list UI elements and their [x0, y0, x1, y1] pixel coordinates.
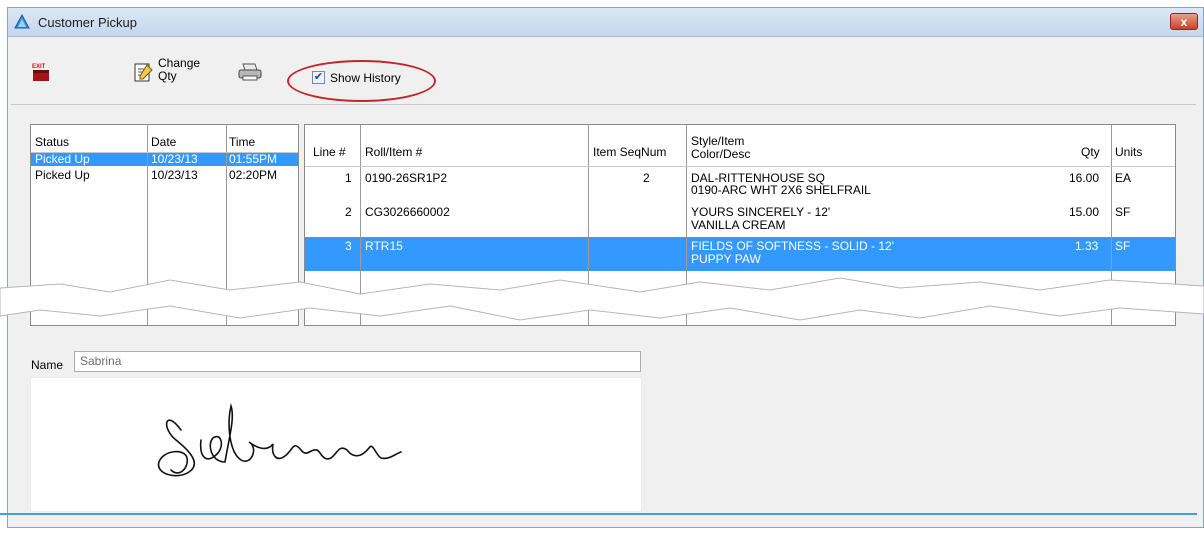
column-header-status[interactable]: Status [35, 135, 69, 149]
color-cell[interactable]: PUPPY PAW [691, 252, 761, 266]
column-header-line[interactable]: Line # [313, 145, 346, 159]
color-cell[interactable]: VANILLA CREAM [691, 218, 785, 232]
toolbar-separator [11, 104, 1196, 105]
close-button[interactable]: x [1170, 13, 1198, 30]
line-cell[interactable]: 3 [345, 239, 352, 253]
bottom-accent-line [0, 513, 1197, 515]
column-header-roll-item[interactable]: Roll/Item # [365, 145, 422, 159]
column-header-date[interactable]: Date [151, 135, 176, 149]
exit-icon[interactable]: EXIT [31, 62, 51, 82]
units-cell[interactable]: EA [1115, 171, 1131, 185]
header-divider [305, 166, 1175, 167]
units-cell[interactable]: SF [1115, 205, 1130, 219]
qty-cell[interactable]: 16.00 [1069, 171, 1099, 185]
line-cell[interactable]: 2 [345, 205, 352, 219]
column-header-item-seq[interactable]: Item SeqNum [593, 145, 666, 159]
date-cell[interactable]: 10/23/13 [151, 168, 198, 182]
units-cell[interactable]: SF [1115, 239, 1130, 253]
roll-item-cell[interactable]: RTR15 [365, 239, 403, 253]
qty-cell[interactable]: 1.33 [1075, 239, 1098, 253]
app-icon [14, 14, 30, 29]
time-cell[interactable]: 02:20PM [229, 168, 277, 182]
style-cell[interactable]: YOURS SINCERELY - 12' [691, 205, 830, 219]
change-qty-icon[interactable] [132, 61, 154, 83]
torn-edge-graphic [0, 277, 1204, 321]
item-seq-cell[interactable]: 2 [643, 171, 650, 185]
status-cell[interactable]: Picked Up [35, 152, 90, 166]
style-cell[interactable]: FIELDS OF SOFTNESS - SOLID - 12' [691, 239, 894, 253]
column-header-time[interactable]: Time [229, 135, 255, 149]
status-cell[interactable]: Picked Up [35, 168, 90, 182]
column-header-qty[interactable]: Qty [1081, 145, 1100, 159]
column-header-style-item[interactable]: Style/Item [691, 134, 744, 148]
roll-item-cell[interactable]: CG3026660002 [365, 205, 450, 219]
change-qty-label-line2: Qty [158, 69, 177, 83]
name-input[interactable]: Sabrina [74, 351, 641, 372]
title-bar[interactable]: Customer Pickup x [8, 8, 1203, 37]
date-cell[interactable]: 10/23/13 [151, 152, 198, 166]
line-cell[interactable]: 1 [345, 171, 352, 185]
change-qty-button[interactable]: Change Qty [158, 57, 200, 83]
time-cell[interactable]: 01:55PM [229, 152, 277, 166]
qty-cell[interactable]: 15.00 [1069, 205, 1099, 219]
signature-drawing [157, 402, 402, 477]
toolbar: EXIT Change Qty ✔ Show History [8, 37, 1203, 105]
close-icon: x [1180, 15, 1188, 29]
window-title: Customer Pickup [38, 15, 137, 30]
name-label: Name [31, 358, 64, 372]
column-header-color-desc[interactable]: Color/Desc [691, 147, 750, 161]
roll-item-cell[interactable]: 0190-26SR1P2 [365, 171, 447, 185]
color-cell[interactable]: 0190-ARC WHT 2X6 SHELFRAIL [691, 183, 871, 197]
printer-icon[interactable] [237, 62, 263, 82]
exit-icon-text: EXIT [32, 64, 46, 70]
signature-pad[interactable] [30, 377, 642, 512]
annotation-oval [287, 60, 436, 102]
column-header-units[interactable]: Units [1115, 145, 1142, 159]
